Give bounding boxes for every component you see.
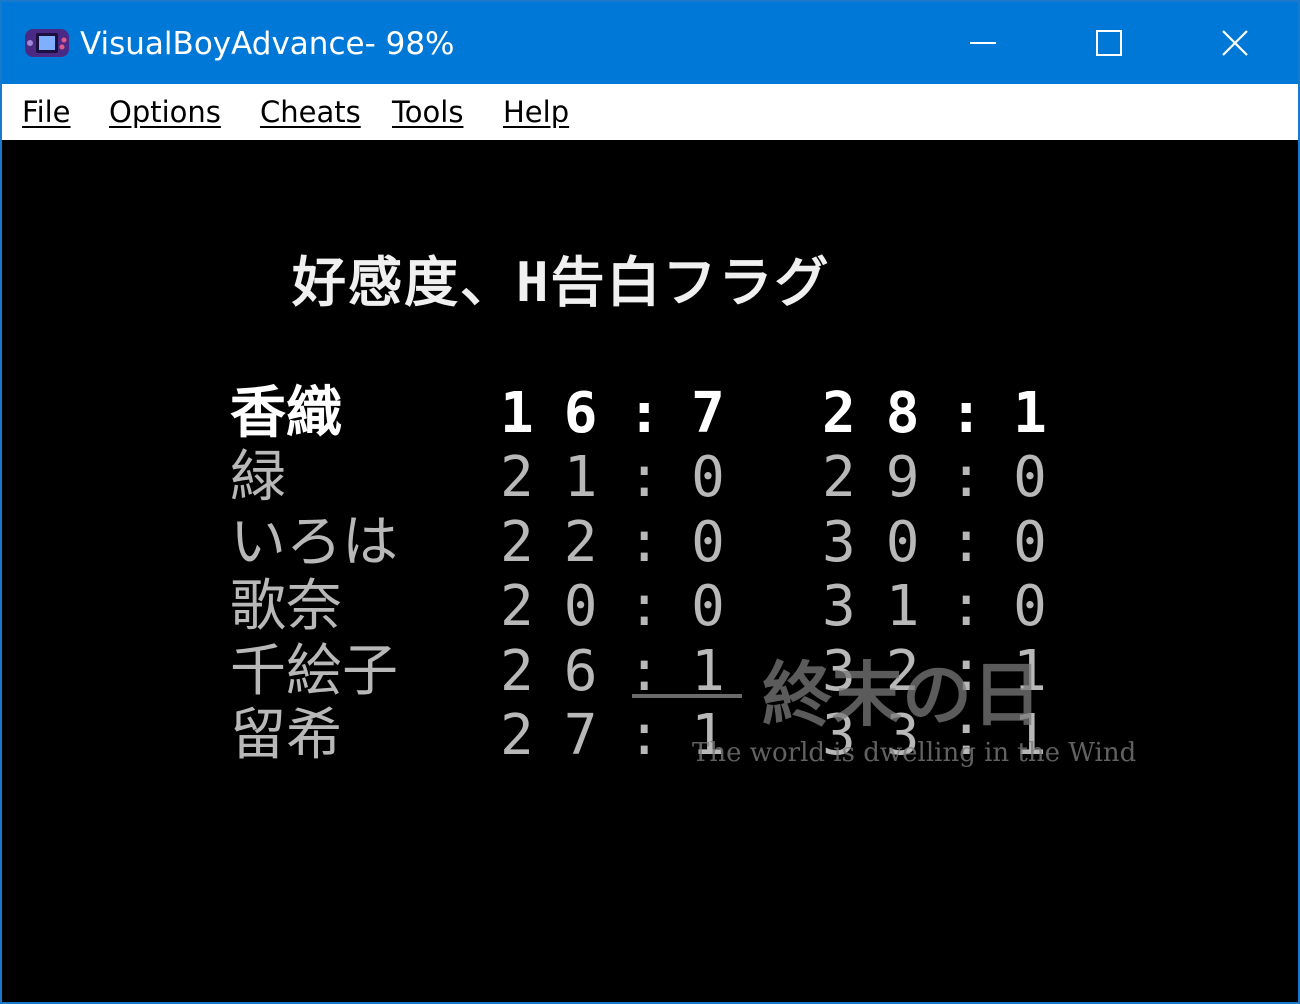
character-row: 香織 16:7 28:1 [230,384,1130,444]
confession-flag: 29:0 [822,445,1077,510]
logo-dash [632,694,742,698]
affection-value: 21:0 [500,445,755,510]
affection-value: 20:0 [500,574,755,639]
menu-cheats[interactable]: Cheats [256,92,365,132]
menu-help[interactable]: Help [499,92,573,132]
confession-flag: 30:0 [822,510,1077,575]
close-button[interactable] [1172,2,1298,84]
affection-value: 22:0 [500,510,755,575]
logo-subtitle: The world is dwelling in the Wind [692,738,1137,768]
confession-flag: 28:1 [822,381,1077,446]
character-name: 歌奈 [230,574,342,639]
minimize-button[interactable] [920,2,1046,84]
minimize-icon [970,42,996,44]
gba-icon [25,29,69,57]
app-window: VisualBoyAdvance- 98% File Options Cheat… [0,0,1300,1004]
title-bar[interactable]: VisualBoyAdvance- 98% [2,2,1298,84]
game-screen-title: 好感度、H告白フラグ [292,251,831,314]
character-row: 歌奈 20:0 31:0 [230,577,1130,637]
menu-options[interactable]: Options [105,92,225,132]
menu-tools[interactable]: Tools [388,92,467,132]
confession-flag: 31:0 [822,574,1077,639]
menu-file[interactable]: File [18,92,75,132]
character-name: 緑 [230,445,286,510]
character-name: 千絵子 [230,639,398,704]
character-name: いろは [230,510,398,575]
menu-bar: File Options Cheats Tools Help [2,84,1298,141]
character-name: 留希 [230,703,342,768]
close-icon [1222,30,1248,56]
affection-value: 16:7 [500,381,755,446]
character-row: いろは 22:0 30:0 [230,513,1130,573]
character-row: 緑 21:0 29:0 [230,448,1130,508]
logo-title: 終末の日 [762,653,1042,736]
maximize-icon [1096,30,1122,56]
game-logo-watermark: 終末の日 The world is dwelling in the Wind [632,650,1172,790]
game-screen[interactable]: 好感度、H告白フラグ 香織 16:7 28:1 緑 21:0 29:0 いろは … [2,140,1298,1002]
maximize-button[interactable] [1046,2,1172,84]
character-name: 香織 [230,381,342,446]
window-title: VisualBoyAdvance- 98% [80,26,455,62]
